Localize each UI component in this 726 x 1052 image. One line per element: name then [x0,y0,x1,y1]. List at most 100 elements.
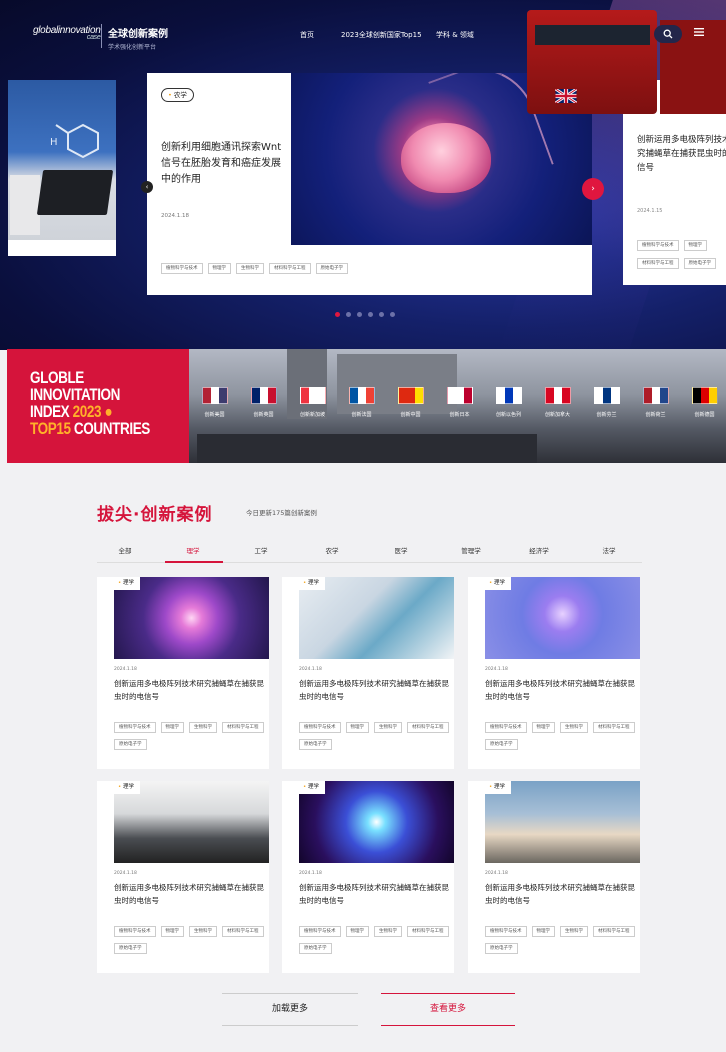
country-flag-item[interactable]: 创新芬兰 [582,387,631,418]
chip[interactable]: 物理学 [160,926,184,937]
search-button[interactable] [654,25,682,43]
chip[interactable]: 原始电子学 [114,739,147,750]
country-name: 创新法国 [351,412,372,418]
chip[interactable]: 物理学 [531,722,555,733]
chip[interactable]: 物理学 [160,722,184,733]
chip[interactable]: 物理学 [207,263,231,274]
country-flag-item[interactable]: 创新美国 [190,387,239,418]
chip[interactable]: 生物科学 [189,926,217,937]
chip[interactable]: 材料科学与工程 [222,926,264,937]
case-card[interactable]: • 理学 2024.1.18 创新运用多电极阵列技术研究捕蝇草在捕获昆虫时的电信号植… [97,781,269,973]
tab-4[interactable]: 医学 [371,545,431,555]
chip[interactable]: 材料科学与工程 [637,257,679,269]
carousel-next-button[interactable]: › [582,178,604,200]
tab-5[interactable]: 管理学 [441,545,501,555]
carousel-dot[interactable] [357,312,362,317]
chip[interactable]: 生物科学 [374,722,402,733]
chip[interactable]: 材料科学与工程 [407,722,449,733]
laptop [36,170,114,215]
chip[interactable]: 植物科学与技术 [299,926,341,937]
country-flag-item[interactable]: 创新新加坡 [288,387,337,418]
card-title[interactable]: 创新运用多电极阵列技术研究捕蝇草在捕获昆虫时的电信号 [114,677,264,703]
tab-3[interactable]: 农学 [302,545,362,555]
tab-1[interactable]: 理学 [163,545,223,555]
menu-button[interactable] [693,26,707,40]
case-card[interactable]: • 理学 2024.1.18 创新运用多电极阵列技术研究捕蝇草在捕获昆虫时的电信号植… [282,781,454,973]
card-title[interactable]: 创新运用多电极阵列技术研究捕蝇草在捕获昆虫时的电信号 [299,677,449,703]
carousel-dot[interactable] [379,312,384,317]
chip[interactable]: 植物科学与技术 [299,722,341,733]
country-flag-item[interactable]: 创新加拿大 [533,387,582,418]
card-chips: 植物科学与技术 物理学 生物科学 材料科学与工程原始电子学 [114,722,264,750]
country-flag-item[interactable]: 创新日本 [435,387,484,418]
category-tag[interactable]: • 农学 [161,88,194,102]
view-more-button[interactable]: 查看更多 [381,993,515,1026]
chip[interactable]: 原始电子学 [683,257,716,269]
card-chips: 植物科学与技术 物理学 生物科学 材料科学与工程原始电子学 [299,722,449,750]
case-card[interactable]: • 理学 2024.1.18 创新运用多电极阵列技术研究捕蝇草在捕获昆虫时的电信号植… [468,577,640,769]
uk-flag-icon [555,89,577,103]
nav-top15[interactable]: 2023全球创新国家Top15 [341,30,422,40]
nav-home[interactable]: 首页 [300,30,314,40]
chip[interactable]: 原始电子学 [114,943,147,954]
tab-2[interactable]: 工学 [231,545,291,555]
site-logo[interactable]: globalinnovation case [33,25,101,41]
country-flag-item[interactable]: 创新以色列 [484,387,533,418]
chip[interactable]: 植物科学与技术 [114,722,156,733]
chip[interactable]: 生物科学 [374,926,402,937]
carousel-dot[interactable] [390,312,395,317]
country-flag-item[interactable]: 创新中国 [386,387,435,418]
chip[interactable]: 植物科学与技术 [485,722,527,733]
logo-divider [101,24,102,48]
chip[interactable]: 物理学 [531,926,555,937]
card-title[interactable]: 创新运用多电极阵列技术研究捕蝇草在捕获昆虫时的电信号 [299,881,449,907]
card-title[interactable]: 创新运用多电极阵列技术研究捕蝇草在捕获昆虫时的电信号 [114,881,264,907]
chip[interactable]: 材料科学与工程 [593,722,635,733]
chip[interactable]: 生物科学 [236,263,264,274]
case-card[interactable]: • 理学 2024.1.18 创新运用多电极阵列技术研究捕蝇草在捕获昆虫时的电信号植… [97,577,269,769]
chip[interactable]: 物理学 [345,926,369,937]
card-title[interactable]: 创新运用多电极阵列技术研究捕蝇草在捕获昆虫时的电信号 [485,881,635,907]
chip[interactable]: 材料科学与工程 [222,722,264,733]
case-card[interactable]: • 理学 2024.1.18 创新运用多电极阵列技术研究捕蝇草在捕获昆虫时的电信号植… [282,577,454,769]
carousel-prev-button[interactable]: ‹ [141,181,153,193]
chip[interactable]: 材料科学与工程 [593,926,635,937]
country-flag-item[interactable]: 创新荷兰 [631,387,680,418]
chip[interactable]: 植物科学与技术 [114,926,156,937]
country-flag-item[interactable]: 创新英国 [239,387,288,418]
banner-line-2: INNOVITATION [30,386,121,404]
chip[interactable]: 原始电子学 [485,739,518,750]
site-logo-chinese[interactable]: 全球创新案例 学术强化创新平台 [108,25,168,51]
chip[interactable]: 植物科学与技术 [637,240,679,251]
tab-7[interactable]: 法学 [579,545,639,555]
carousel-dot[interactable] [335,312,340,317]
card-date: 2024.1.18 [485,871,508,876]
lab-equipment [10,175,40,235]
chip[interactable]: 生物科学 [560,926,588,937]
chip[interactable]: 植物科学与技术 [485,926,527,937]
next-card-title[interactable]: 创新运用多电极阵列技术研究捕蝇草在捕获昆虫时的电信号 [637,133,726,175]
chip[interactable]: 物理学 [683,240,707,251]
chip[interactable]: 生物科学 [560,722,588,733]
country-flag-item[interactable]: 创新德国 [680,387,726,418]
chip[interactable]: 原始电子学 [299,943,332,954]
chip[interactable]: 物理学 [345,722,369,733]
chip[interactable]: 原始电子学 [299,739,332,750]
carousel-dot[interactable] [368,312,373,317]
tab-6[interactable]: 经济学 [509,545,569,555]
main-card-title[interactable]: 创新利用细胞通讯探索Wnt信号在胚胎发育和癌症发展中的作用 [161,140,286,188]
load-more-button[interactable]: 加载更多 [222,993,358,1026]
tab-0[interactable]: 全部 [95,545,155,555]
chip[interactable]: 植物科学与技术 [161,263,203,274]
chip[interactable]: 原始电子学 [485,943,518,954]
chip[interactable]: 生物科学 [189,722,217,733]
category-tabs: 全部 理学 工学 农学 医学 管理学 经济学 法学 [97,541,642,563]
nav-disciplines[interactable]: 学科 & 领域 [436,30,474,40]
chip[interactable]: 材料科学与工程 [269,263,311,274]
chip[interactable]: 材料科学与工程 [407,926,449,937]
card-title[interactable]: 创新运用多电极阵列技术研究捕蝇草在捕获昆虫时的电信号 [485,677,635,703]
chip[interactable]: 原始电子学 [315,263,348,274]
country-flag-item[interactable]: 创新法国 [337,387,386,418]
case-card[interactable]: • 理学 2024.1.18 创新运用多电极阵列技术研究捕蝇草在捕获昆虫时的电信号植… [468,781,640,973]
carousel-dot[interactable] [346,312,351,317]
